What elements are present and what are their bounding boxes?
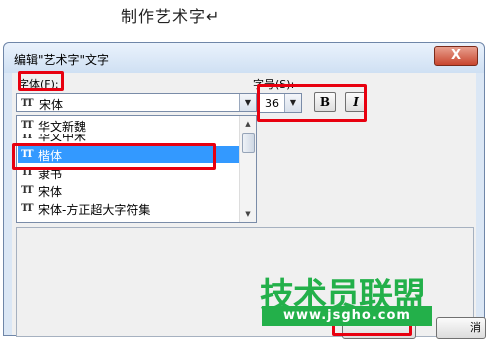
font-list-item[interactable]: TT 宋体-方正超大字符集 bbox=[18, 200, 239, 217]
close-button[interactable]: X bbox=[434, 46, 478, 66]
font-combobox-value: 宋体 bbox=[39, 98, 64, 112]
scroll-down-icon[interactable]: ▼ bbox=[240, 206, 256, 222]
font-list-scrollbar[interactable]: ▲ ▼ bbox=[239, 116, 256, 222]
scroll-up-icon[interactable]: ▲ bbox=[240, 116, 256, 132]
dialog-title: 编辑"艺术字"文字 bbox=[14, 53, 110, 67]
size-style-highlight bbox=[257, 84, 367, 122]
document-text: 制作艺术字↵ bbox=[121, 7, 221, 26]
font-name: 宋体-方正超大字符集 bbox=[38, 203, 151, 217]
font-list-item[interactable]: TT 华文新魏 bbox=[18, 117, 239, 134]
font-name: 宋体 bbox=[38, 185, 63, 199]
watermark-url: www.jsgho.com bbox=[262, 306, 432, 326]
truetype-icon: TT bbox=[21, 98, 33, 109]
truetype-icon: TT bbox=[21, 185, 33, 196]
font-label-highlight bbox=[18, 71, 64, 91]
chevron-down-icon[interactable]: ▼ bbox=[239, 94, 256, 111]
font-combobox[interactable]: TT 宋体 ▼ bbox=[16, 93, 257, 112]
selected-font-highlight bbox=[12, 143, 216, 170]
truetype-icon: TT bbox=[21, 203, 33, 214]
font-list-item[interactable]: TT 宋体 bbox=[18, 182, 239, 199]
dialog-titlebar[interactable]: 编辑"艺术字"文字 X bbox=[4, 43, 484, 73]
truetype-icon: TT bbox=[21, 134, 33, 141]
scrollbar-thumb[interactable] bbox=[242, 133, 255, 153]
font-name: 华文新魏 bbox=[38, 120, 87, 134]
truetype-icon: TT bbox=[21, 120, 33, 131]
